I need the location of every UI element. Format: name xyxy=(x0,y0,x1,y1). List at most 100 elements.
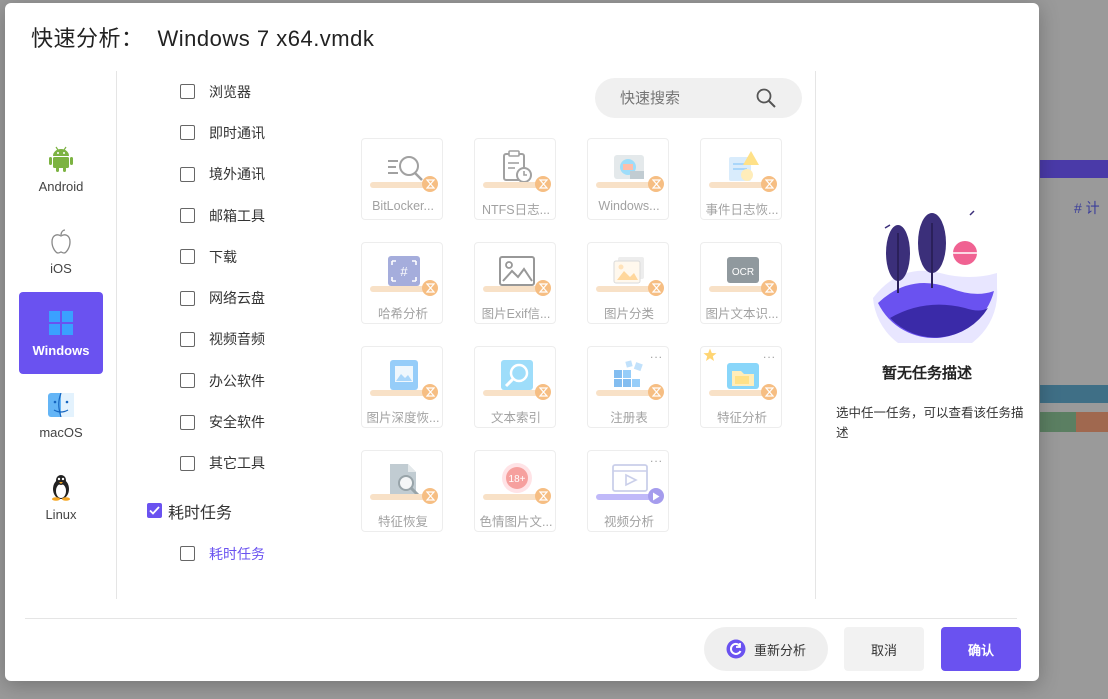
os-label: Linux xyxy=(45,506,77,522)
category-label: 网络云盘 xyxy=(209,290,265,307)
progress-bar xyxy=(596,286,656,292)
task-label: 图片文本识... xyxy=(705,307,779,321)
checkbox[interactable] xyxy=(180,373,195,389)
category-item[interactable]: 办公软件 xyxy=(145,360,345,401)
task-tile-feature-analysis[interactable]: ... 特征分析 xyxy=(700,346,782,428)
category-item[interactable]: 其它工具 xyxy=(145,443,345,484)
dialog-title-label: 快速分析： xyxy=(31,26,144,51)
finder-icon xyxy=(47,391,75,419)
checkbox-checked[interactable] xyxy=(147,503,162,519)
search-icon[interactable] xyxy=(756,88,776,113)
task-tile-ocr[interactable]: OCR 图片文本识... xyxy=(700,242,782,324)
task-tile-bitlocker[interactable]: BitLocker... xyxy=(361,138,443,220)
checkbox[interactable] xyxy=(180,331,195,347)
reanalyze-button[interactable]: 重新分析 xyxy=(704,627,828,671)
task-tile-feature-recover[interactable]: 特征恢复 xyxy=(361,450,443,532)
category-item[interactable]: 视频音频 xyxy=(145,319,345,360)
task-tile-windows[interactable]: Windows... xyxy=(587,138,669,220)
task-tile-ntfs-log[interactable]: NTFS日志... xyxy=(474,138,556,220)
task-tile-image-deep-recover[interactable]: 图片深度恢... xyxy=(361,346,443,428)
task-tile-text-index[interactable]: 文本索引 xyxy=(474,346,556,428)
checkbox[interactable] xyxy=(180,414,195,430)
category-label: 即时通讯 xyxy=(209,124,265,141)
task-label: BitLocker... xyxy=(372,199,434,213)
hourglass-icon xyxy=(422,488,438,504)
background-strip xyxy=(1040,385,1108,403)
confirm-button[interactable]: 确认 xyxy=(941,627,1021,671)
hourglass-icon xyxy=(422,384,438,400)
progress-bar xyxy=(709,286,769,292)
progress-bar xyxy=(483,390,543,396)
background-header-bar xyxy=(1040,160,1108,178)
category-item[interactable]: 浏览器 xyxy=(145,71,345,112)
category-item[interactable]: 下载 xyxy=(145,236,345,277)
task-tile-image-classify[interactable]: 图片分类 xyxy=(587,242,669,324)
task-tile-registry[interactable]: ... 注册表 xyxy=(587,346,669,428)
task-tile-event-log[interactable]: 事件日志恢... xyxy=(700,138,782,220)
check-icon xyxy=(149,506,160,516)
footer-divider xyxy=(25,618,1017,619)
category-item[interactable]: 境外通讯 xyxy=(145,154,345,195)
progress-bar xyxy=(596,390,656,396)
os-label: Windows xyxy=(32,342,90,358)
category-label: 其它工具 xyxy=(209,455,265,472)
checkbox[interactable] xyxy=(180,249,195,265)
category-label: 视频音频 xyxy=(209,331,265,348)
task-tile-adult-image[interactable]: 18+ 色情图片文... xyxy=(474,450,556,532)
background-hash-text: # 计 xyxy=(1074,200,1100,216)
task-tile-hash[interactable]: # 哈希分析 xyxy=(361,242,443,324)
category-list: 浏览器 即时通讯 境外通讯 邮箱工具 下载 网络云盘 视频音频 办公软件 安全软… xyxy=(145,71,345,574)
os-item-linux[interactable]: Linux xyxy=(19,456,103,538)
progress-bar xyxy=(596,182,656,188)
os-item-windows[interactable]: Windows xyxy=(19,292,103,374)
hourglass-icon xyxy=(535,280,551,296)
task-label: 色情图片文... xyxy=(479,515,553,529)
task-label: Windows... xyxy=(598,199,660,213)
hourglass-icon xyxy=(422,280,438,296)
windows-icon xyxy=(47,309,75,337)
checkbox[interactable] xyxy=(180,84,195,100)
hourglass-icon xyxy=(535,384,551,400)
progress-bar xyxy=(709,390,769,396)
category-label: 境外通讯 xyxy=(209,166,265,183)
category-item[interactable]: 网络云盘 xyxy=(145,277,345,318)
progress-bar xyxy=(370,390,430,396)
checkbox[interactable] xyxy=(180,290,195,306)
task-label: 注册表 xyxy=(610,411,648,425)
task-label: 视频分析 xyxy=(603,515,654,529)
os-list: Android iOS Windows macOS Linux xyxy=(19,128,103,538)
os-item-ios[interactable]: iOS xyxy=(19,210,103,292)
progress-bar xyxy=(709,182,769,188)
hourglass-icon xyxy=(761,280,777,296)
hourglass-icon xyxy=(648,176,664,192)
divider xyxy=(116,71,117,599)
adult-badge-text: 18+ xyxy=(509,474,526,485)
checkbox[interactable] xyxy=(180,546,195,562)
category-item[interactable]: 即时通讯 xyxy=(145,112,345,153)
time-consuming-group[interactable]: 耗时任务 xyxy=(145,488,345,534)
task-tile-video-analysis[interactable]: ... 视频分析 xyxy=(587,450,669,532)
category-item[interactable]: 邮箱工具 xyxy=(145,195,345,236)
category-label: 下载 xyxy=(209,248,237,265)
os-label: Android xyxy=(38,178,84,194)
os-item-macos[interactable]: macOS xyxy=(19,374,103,456)
task-label: 图片Exif信... xyxy=(481,307,551,321)
category-item[interactable]: 耗时任务 xyxy=(145,534,345,574)
checkbox[interactable] xyxy=(180,208,195,224)
task-label: 特征分析 xyxy=(716,411,767,425)
star-icon xyxy=(703,348,717,361)
checkbox[interactable] xyxy=(180,455,195,471)
background-strip xyxy=(1076,412,1108,432)
checkbox[interactable] xyxy=(180,166,195,182)
task-tile-exif[interactable]: 图片Exif信... xyxy=(474,242,556,324)
os-item-android[interactable]: Android xyxy=(19,128,103,210)
progress-bar xyxy=(596,494,656,500)
search-input[interactable] xyxy=(620,89,760,107)
category-item[interactable]: 安全软件 xyxy=(145,401,345,442)
hourglass-icon xyxy=(535,176,551,192)
cancel-button[interactable]: 取消 xyxy=(844,627,924,671)
progress-bar xyxy=(370,494,430,500)
svg-text:#: # xyxy=(400,264,408,279)
checkbox[interactable] xyxy=(180,125,195,141)
dialog-title: 快速分析： Windows 7 x64.vmdk xyxy=(31,21,374,53)
